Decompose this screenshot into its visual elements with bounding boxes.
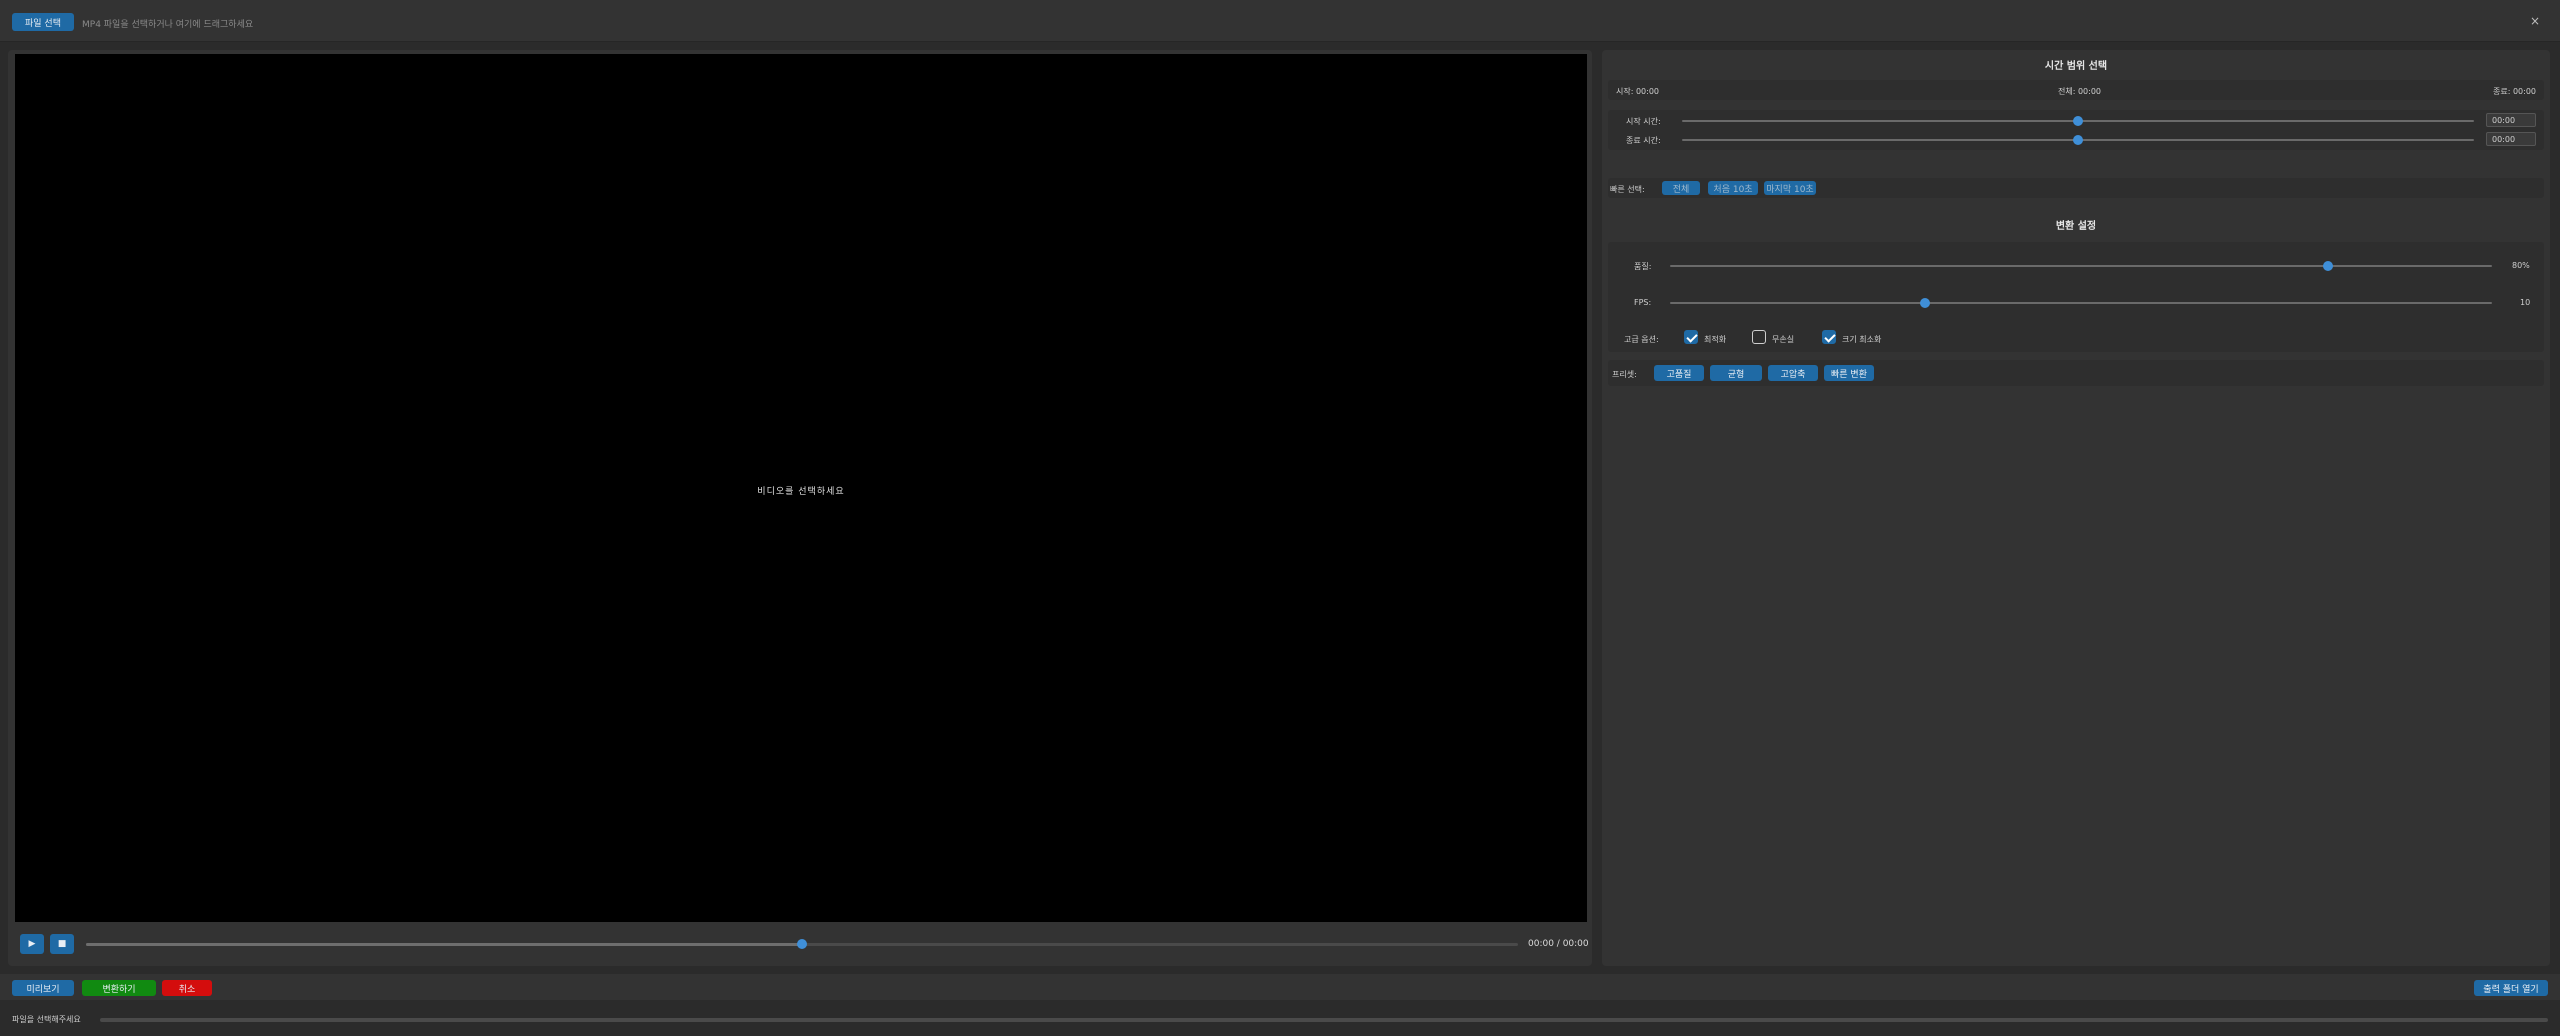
end-time-slider[interactable] [1682, 135, 2474, 145]
preset-high-quality-button[interactable]: 고품질 [1654, 365, 1704, 381]
time-sliders: 시작 시간: 종료 시간: [1608, 110, 2544, 150]
quick-select-row: 빠른 선택: 전체 처음 10초 마지막 10초 [1608, 178, 2544, 198]
stop-icon: ■ [57, 939, 67, 949]
start-time-input[interactable] [2486, 113, 2536, 127]
video-panel: 비디오를 선택하세요 ▶ ■ 00:00 / 00:00 [8, 50, 1592, 966]
fps-label: FPS: [1634, 298, 1652, 307]
preset-high-compression-button[interactable]: 고압축 [1768, 365, 1818, 381]
end-time-input[interactable] [2486, 132, 2536, 146]
play-icon: ▶ [28, 939, 36, 949]
minimize-size-label: 크기 최소화 [1842, 335, 1882, 344]
close-icon[interactable]: × [2530, 14, 2540, 28]
quality-label: 품질: [1634, 262, 1652, 271]
top-bar: 파일 선택 MP4 파일을 선택하거나 여기에 드래그하세요 × [0, 0, 2560, 42]
preset-row: 프리셋: 고품질 균형 고압축 빠른 변환 [1608, 360, 2544, 386]
playback-controls: ▶ ■ 00:00 / 00:00 [8, 926, 1592, 966]
optimize-label: 최적화 [1704, 335, 1727, 344]
convert-settings-title: 변환 설정 [2055, 221, 2097, 232]
file-drop-hint: MP4 파일을 선택하거나 여기에 드래그하세요 [82, 20, 254, 30]
optimize-checkbox[interactable] [1684, 330, 1698, 344]
advanced-options-label: 고급 옵션: [1624, 335, 1659, 344]
lossless-checkbox[interactable] [1752, 330, 1766, 344]
quick-first-10s-button[interactable]: 처음 10초 [1708, 181, 1758, 195]
total-info: 전체: 00:00 [2058, 87, 2102, 96]
video-preview: 비디오를 선택하세요 [15, 54, 1587, 922]
quick-last-10s-button[interactable]: 마지막 10초 [1764, 181, 1816, 195]
preset-label: 프리셋: [1612, 370, 1637, 379]
end-time-slider-handle[interactable] [2073, 135, 2083, 145]
seek-slider-fill [86, 943, 802, 946]
preset-balanced-button[interactable]: 균형 [1710, 365, 1762, 381]
start-time-label: 시작 시간: [1626, 117, 1661, 126]
lossless-label: 무손실 [1772, 335, 1795, 344]
stop-button[interactable]: ■ [50, 934, 74, 954]
seek-slider[interactable] [86, 939, 1518, 949]
open-output-folder-button[interactable]: 출력 폴더 열기 [2474, 980, 2548, 996]
quality-slider[interactable] [1670, 261, 2492, 271]
quality-value: 80% [2512, 261, 2530, 270]
quick-select-label: 빠른 선택: [1610, 185, 1645, 194]
start-time-slider[interactable] [1682, 116, 2474, 126]
play-button[interactable]: ▶ [20, 934, 44, 954]
progress-bar [100, 1018, 2548, 1022]
cancel-button[interactable]: 취소 [162, 980, 212, 996]
fps-slider-handle[interactable] [1919, 298, 1930, 308]
fps-value: 10 [2520, 298, 2531, 307]
time-range-info: 시작: 00:00 전체: 00:00 종료: 00:00 [1608, 80, 2544, 100]
status-text: 파일을 선택해주세요 [12, 1015, 81, 1024]
quality-slider-handle[interactable] [2322, 261, 2333, 271]
select-file-button[interactable]: 파일 선택 [12, 13, 74, 31]
end-info: 종료: 00:00 [2492, 87, 2536, 96]
end-time-label: 종료 시간: [1626, 136, 1661, 145]
quick-all-button[interactable]: 전체 [1662, 181, 1700, 195]
seek-slider-handle[interactable] [797, 939, 807, 949]
status-bar: 파일을 선택해주세요 [0, 1004, 2560, 1032]
fps-slider[interactable] [1670, 298, 2492, 308]
preset-fast-convert-button[interactable]: 빠른 변환 [1824, 365, 1874, 381]
settings-panel: 시간 범위 선택 시작: 00:00 전체: 00:00 종료: 00:00 시… [1602, 50, 2550, 966]
time-range-title: 시간 범위 선택 [2044, 61, 2108, 72]
convert-settings: 품질: 80% FPS: 10 고급 옵션: 최적화 무손실 크기 최소화 [1608, 242, 2544, 352]
start-time-slider-handle[interactable] [2073, 116, 2083, 126]
convert-button[interactable]: 변환하기 [82, 980, 156, 996]
minimize-size-checkbox[interactable] [1822, 330, 1836, 344]
start-info: 시작: 00:00 [1616, 87, 1660, 96]
playback-time: 00:00 / 00:00 [1528, 939, 1589, 949]
action-bar: 미리보기 변환하기 취소 출력 폴더 열기 [0, 974, 2560, 1000]
video-placeholder-text: 비디오를 선택하세요 [757, 487, 845, 497]
preview-button[interactable]: 미리보기 [12, 980, 74, 996]
